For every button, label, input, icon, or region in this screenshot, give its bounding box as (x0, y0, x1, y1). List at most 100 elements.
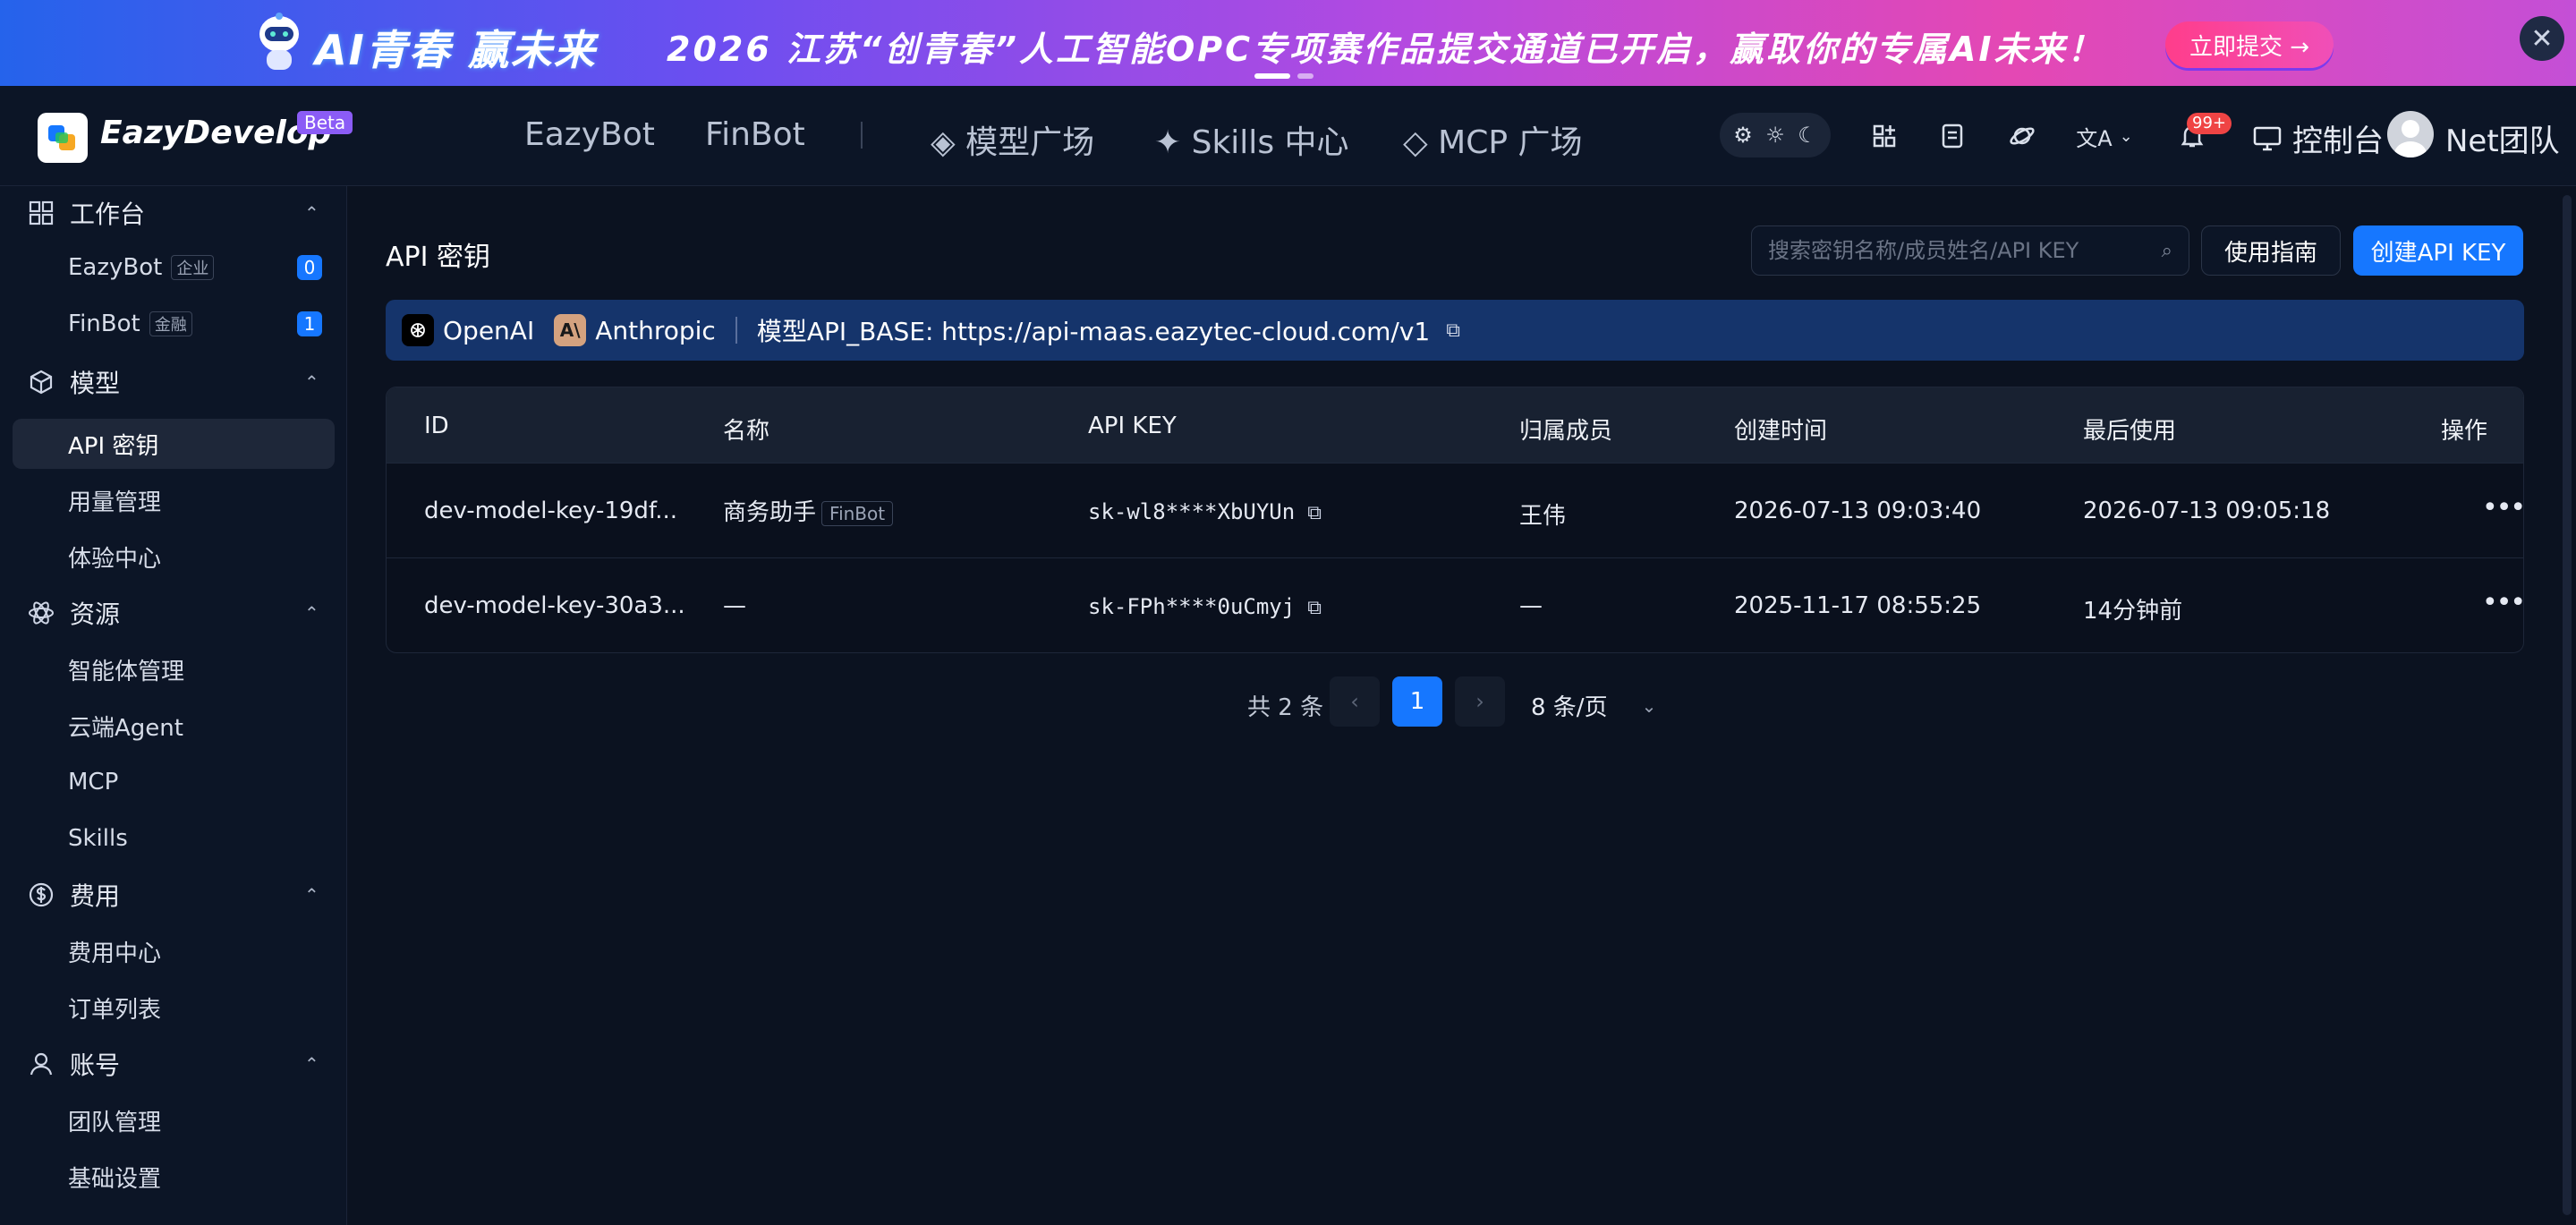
sun-icon[interactable]: ☼ (1765, 123, 1785, 148)
page-scrollbar[interactable] (2563, 195, 2572, 1215)
copy-icon[interactable]: ⧉ (1446, 319, 1460, 342)
sidebar-item-api-keys[interactable]: API 密钥 (13, 419, 335, 469)
promo-banner[interactable]: AI青春 赢未来 2026 江苏“创青春”人工智能OPC专项赛作品提交通道已开启… (0, 0, 2576, 86)
sidebar-item-orders[interactable]: 订单列表 (13, 983, 335, 1033)
sidebar-group-workbench[interactable]: 工作台 ⌃ (0, 186, 347, 240)
planet-icon[interactable] (2006, 120, 2038, 152)
sidebar-group-billing[interactable]: 费用 ⌃ (0, 868, 347, 922)
chevron-up-icon: ⌃ (304, 371, 319, 393)
nav-finbot[interactable]: FinBot (705, 116, 805, 153)
sidebar-item-label: API 密钥 (68, 432, 159, 460)
sidebar-item-eazybot[interactable]: EazyBot 企业 0 (13, 242, 335, 293)
main-content: API 密钥 ⌕ 使用指南 创建API KEY OpenAI A\ Anthro… (348, 186, 2576, 1225)
nav-eazybot[interactable]: EazyBot (524, 116, 655, 153)
sidebar-item-agent-management[interactable]: 智能体管理 (13, 644, 335, 694)
openai-icon (402, 314, 434, 346)
sidebar-group-label: 账号 (70, 1051, 121, 1080)
nav-model-square[interactable]: ◈ 模型广场 (931, 116, 1094, 163)
page-title: API 密钥 (386, 242, 490, 273)
column-header-created: 创建时间 (1734, 418, 1828, 445)
create-api-key-button[interactable]: 创建API KEY (2353, 225, 2523, 276)
cell-api-key: sk-FPh****0uCmyj ⧉ (1088, 594, 1322, 619)
more-actions-button[interactable]: ••• (2482, 492, 2523, 523)
provider-openai[interactable]: OpenAI (443, 316, 534, 345)
search-input[interactable] (1768, 238, 2162, 263)
console-label: 控制台 (2292, 123, 2384, 159)
document-icon[interactable] (1936, 120, 1968, 152)
copy-icon[interactable]: ⧉ (1307, 502, 1322, 524)
search-box[interactable]: ⌕ (1751, 225, 2189, 276)
more-actions-button[interactable]: ••• (2482, 587, 2523, 618)
sidebar-item-team-management[interactable]: 团队管理 (13, 1095, 335, 1145)
nav-divider (861, 122, 863, 149)
column-header-name: 名称 (723, 418, 770, 445)
sidebar-group-account[interactable]: 账号 ⌃ (0, 1037, 347, 1091)
moon-icon[interactable]: ☾ (1798, 123, 1817, 148)
cell-created: 2025-11-17 08:55:25 (1734, 592, 1982, 619)
banner-slogan: AI青春 赢未来 (315, 26, 597, 74)
monitor-icon (2253, 126, 2282, 150)
sidebar-group-model[interactable]: 模型 ⌃ (0, 355, 347, 409)
sidebar-item-skills[interactable]: Skills (13, 813, 335, 863)
next-page-button[interactable]: › (1455, 676, 1505, 727)
column-header-last-used: 最后使用 (2083, 418, 2177, 445)
sidebar-item-experience[interactable]: 体验中心 (13, 532, 335, 582)
sidebar-group-resources[interactable]: 资源 ⌃ (0, 586, 347, 640)
system-theme-icon[interactable]: ⚙ (1733, 123, 1753, 148)
search-icon[interactable]: ⌕ (2162, 240, 2172, 262)
banner-headline: 2026 江苏“创青春”人工智能OPC专项赛作品提交通道已开启，赢取你的专属AI… (667, 30, 2104, 69)
sidebar-item-tag: 企业 (171, 255, 215, 280)
nav-skills-center[interactable]: ✦ Skills 中心 (1154, 116, 1349, 163)
sidebar-item-mcp[interactable]: MCP (13, 757, 335, 807)
submit-now-button[interactable]: 立即提交 → (2165, 21, 2334, 68)
cell-created: 2026-07-13 09:03:40 (1734, 498, 1982, 524)
anthropic-icon: A\ (554, 314, 587, 346)
sidebar-item-label: 智能体管理 (68, 658, 185, 685)
table-row[interactable]: dev-model-key-19df... 商务助手 FinBot sk-wl8*… (387, 463, 2523, 557)
page-button-current[interactable]: 1 (1392, 676, 1442, 727)
sidebar-item-billing-center[interactable]: 费用中心 (13, 926, 335, 976)
prev-page-button[interactable]: ‹ (1330, 676, 1380, 727)
nav-mcp-square[interactable]: ◇ MCP 广场 (1403, 116, 1582, 163)
apps-icon[interactable] (1868, 120, 1900, 152)
carousel-dot[interactable] (1254, 73, 1290, 79)
sidebar-item-basic-settings[interactable]: 基础设置 (13, 1152, 335, 1202)
close-banner-button[interactable]: ✕ (2520, 16, 2564, 61)
copy-icon[interactable]: ⧉ (1307, 597, 1322, 619)
column-header-id: ID (424, 413, 449, 439)
carousel-dot[interactable] (1297, 73, 1314, 79)
name-text: 商务助手 (723, 499, 817, 526)
grid-icon (27, 199, 55, 227)
avatar[interactable] (2387, 111, 2434, 157)
cell-member: 王伟 (1519, 503, 1567, 530)
sidebar-item-label: 用量管理 (68, 489, 162, 516)
app-logo-icon[interactable] (38, 113, 88, 163)
sidebar-item-cloud-agent[interactable]: 云端Agent (13, 701, 335, 751)
api-key-text: sk-FPh****0uCmyj (1088, 594, 1296, 619)
cell-last-used: 2026-07-13 09:05:18 (2083, 498, 2331, 524)
usage-guide-button[interactable]: 使用指南 (2201, 225, 2341, 276)
dollar-icon (27, 880, 55, 909)
language-switcher[interactable]: 文A ⌄ (2076, 120, 2133, 152)
cell-member: — (1519, 592, 1543, 619)
sidebar-item-finbot[interactable]: FinBot 金融 1 (13, 299, 335, 349)
sidebar-item-label: EazyBot (68, 254, 163, 281)
cell-id: dev-model-key-19df... (424, 498, 677, 524)
provider-anthropic[interactable]: Anthropic (595, 316, 716, 345)
api-key-text: sk-wl8****XbUYUn (1088, 499, 1296, 524)
pagination-total: 共 2 条 (1247, 694, 1324, 721)
sidebar-item-usage[interactable]: 用量管理 (13, 475, 335, 525)
team-name[interactable]: Net团队 (2445, 116, 2560, 160)
sidebar-item-label: Skills (68, 825, 128, 852)
table-row[interactable]: dev-model-key-30a3... — sk-FPh****0uCmyj… (387, 557, 2523, 652)
theme-switcher[interactable]: ⚙ ☼ ☾ (1720, 113, 1831, 157)
page-size-select[interactable]: 8 条/页 ⌄ (1531, 689, 1656, 722)
console-button[interactable]: 控制台 (2253, 116, 2384, 160)
translate-icon: 文A (2076, 125, 2113, 151)
column-header-api-key: API KEY (1088, 413, 1177, 439)
sidebar-item-label: 费用中心 (68, 940, 162, 967)
banner-carousel-dots[interactable] (1254, 73, 1314, 79)
chevron-up-icon: ⌃ (304, 884, 319, 906)
sidebar-item-label: 基础设置 (68, 1165, 162, 1193)
chevron-up-icon: ⌃ (304, 602, 319, 624)
